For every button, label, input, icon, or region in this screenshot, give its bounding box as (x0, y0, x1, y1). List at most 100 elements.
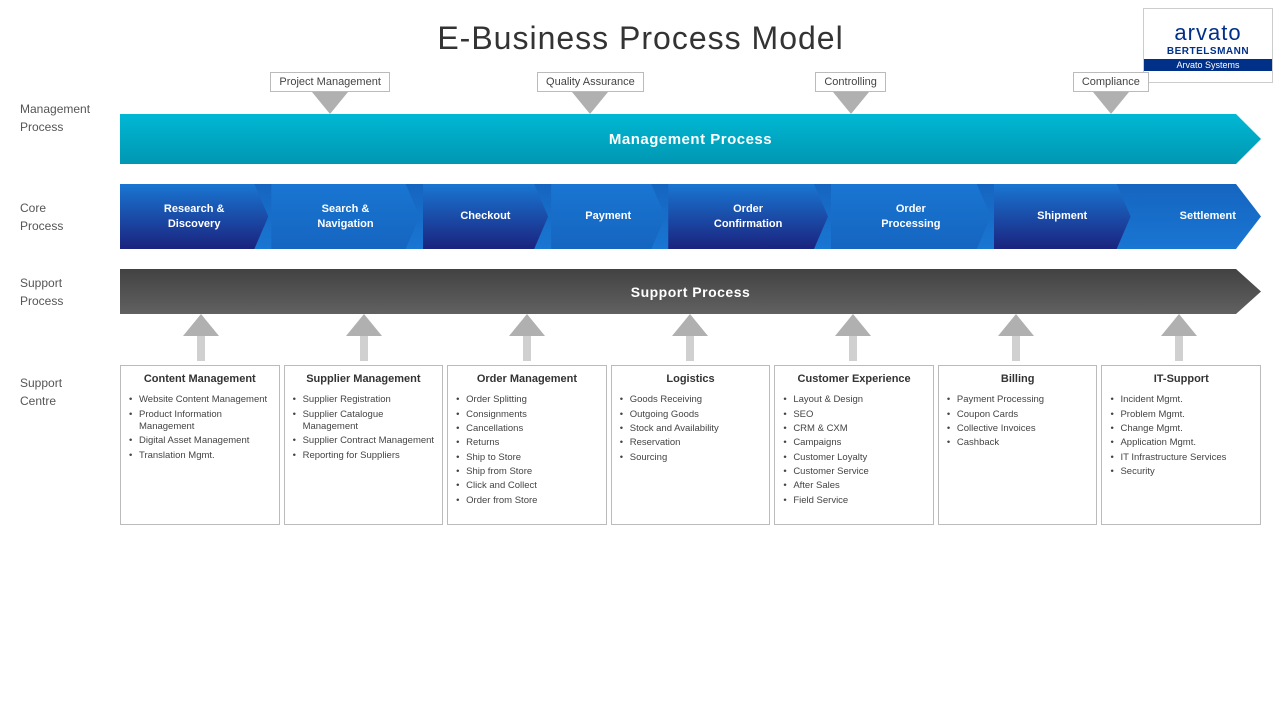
core-step: Payment (551, 184, 665, 249)
support-label: Support Process (20, 274, 120, 310)
card-item: Click and Collect (456, 480, 598, 492)
management-label: Management Process (20, 100, 120, 136)
card-item: Field Service (783, 495, 925, 507)
core-step: Order Processing (831, 184, 991, 249)
card-item: Layout & Design (783, 394, 925, 406)
arrow-stem (360, 336, 368, 361)
arrow-stem (523, 336, 531, 361)
card-items: Goods ReceivingOutgoing GoodsStock and A… (620, 394, 762, 464)
support-card: IT-Support Incident Mgmt.Problem Mgmt.Ch… (1101, 365, 1261, 525)
management-bar-text: Management Process (609, 131, 772, 148)
support-card: Billing Payment ProcessingCoupon CardsCo… (938, 365, 1098, 525)
core-step-label: Research & Discovery (164, 202, 225, 231)
management-arrow-item: Quality Assurance (525, 72, 655, 114)
card-item: Returns (456, 437, 598, 449)
core-step-label: Payment (585, 209, 631, 223)
support-bar-text: Support Process (631, 284, 751, 300)
card-item: Translation Mgmt. (129, 450, 271, 462)
management-arrow-label: Compliance (1073, 72, 1149, 92)
card-item: Reporting for Suppliers (293, 450, 435, 462)
arrow-stem (686, 336, 694, 361)
logo-arvato: arvato (1174, 20, 1241, 46)
card-item: CRM & CXM (783, 423, 925, 435)
card-item: Application Mgmt. (1110, 437, 1252, 449)
core-step-label: Order Confirmation (714, 202, 782, 231)
card-item: Product Information Management (129, 409, 271, 434)
logo-bertelsmann: BERTELSMANN (1167, 46, 1249, 57)
card-item: Campaigns (783, 437, 925, 449)
up-arrow-icon (183, 314, 219, 336)
management-arrows-row: Project Management Quality Assurance Con… (120, 72, 1261, 114)
card-item: Change Mgmt. (1110, 423, 1252, 435)
card-title: Supplier Management (293, 372, 435, 386)
up-arrow-icon (835, 314, 871, 336)
card-title: Customer Experience (783, 372, 925, 386)
card-item: Payment Processing (947, 394, 1089, 406)
support-card: Supplier Management Supplier Registratio… (284, 365, 444, 525)
support-card: Order Management Order SplittingConsignm… (447, 365, 607, 525)
card-item: Order from Store (456, 495, 598, 507)
support-section: Support Process Support Process (20, 269, 1261, 314)
card-item: Cancellations (456, 423, 598, 435)
cards-row: Content Management Website Content Manag… (120, 365, 1261, 525)
core-step: Shipment (994, 184, 1131, 249)
card-title: IT-Support (1110, 372, 1252, 386)
arrow-stem (849, 336, 857, 361)
card-item: Problem Mgmt. (1110, 409, 1252, 421)
up-arrow-group (120, 314, 283, 361)
logo-systems: Arvato Systems (1144, 59, 1272, 71)
management-content: Project Management Quality Assurance Con… (120, 72, 1261, 164)
card-items: Payment ProcessingCoupon CardsCollective… (947, 394, 1089, 449)
up-arrow-icon (672, 314, 708, 336)
down-arrow-icon (312, 92, 348, 114)
up-arrow-group (772, 314, 935, 361)
card-item: Supplier Catalogue Management (293, 409, 435, 434)
support-card: Content Management Website Content Manag… (120, 365, 280, 525)
support-bar: Support Process (120, 269, 1261, 314)
core-label: Core Process (20, 199, 120, 235)
card-item: IT Infrastructure Services (1110, 452, 1252, 464)
core-step: Checkout (423, 184, 549, 249)
up-arrow-group (609, 314, 772, 361)
core-step-label: Settlement (1180, 209, 1236, 223)
core-step: Search & Navigation (271, 184, 419, 249)
up-arrow-group (935, 314, 1098, 361)
support-centre-section: Support Centre Content Management (20, 314, 1261, 525)
card-title: Order Management (456, 372, 598, 386)
card-item: SEO (783, 409, 925, 421)
card-item: Supplier Registration (293, 394, 435, 406)
down-arrow-icon (1093, 92, 1129, 114)
card-items: Order SplittingConsignmentsCancellations… (456, 394, 598, 507)
card-item: Sourcing (620, 452, 762, 464)
up-arrow-icon (509, 314, 545, 336)
management-arrow-label: Quality Assurance (537, 72, 644, 92)
core-step-label: Order Processing (881, 202, 940, 231)
core-step-label: Shipment (1037, 209, 1087, 223)
card-item: Website Content Management (129, 394, 271, 406)
card-item: Order Splitting (456, 394, 598, 406)
arrow-stem (1012, 336, 1020, 361)
card-item: Ship to Store (456, 452, 598, 464)
card-item: After Sales (783, 480, 925, 492)
arrow-stem (197, 336, 205, 361)
management-arrow-label: Controlling (815, 72, 886, 92)
down-arrow-icon (572, 92, 608, 114)
core-step-label: Search & Navigation (317, 202, 373, 231)
card-title: Content Management (129, 372, 271, 386)
up-arrow-group (283, 314, 446, 361)
card-item: Outgoing Goods (620, 409, 762, 421)
card-item: Supplier Contract Management (293, 435, 435, 447)
card-item: Customer Service (783, 466, 925, 478)
core-section: Core Process Research & Discovery Search … (20, 184, 1261, 249)
support-centre-content: Content Management Website Content Manag… (120, 314, 1261, 525)
core-step: Order Confirmation (668, 184, 828, 249)
core-content: Research & Discovery Search & Navigation C… (120, 184, 1261, 249)
card-items: Incident Mgmt.Problem Mgmt.Change Mgmt.A… (1110, 394, 1252, 478)
card-items: Website Content Management Product Inform… (129, 394, 271, 462)
card-item: Reservation (620, 437, 762, 449)
core-step: Research & Discovery (120, 184, 268, 249)
management-arrow-item: Project Management (265, 72, 395, 114)
core-step: Settlement (1134, 184, 1281, 249)
core-bar: Research & Discovery Search & Navigation C… (120, 184, 1261, 249)
card-item: Security (1110, 466, 1252, 478)
